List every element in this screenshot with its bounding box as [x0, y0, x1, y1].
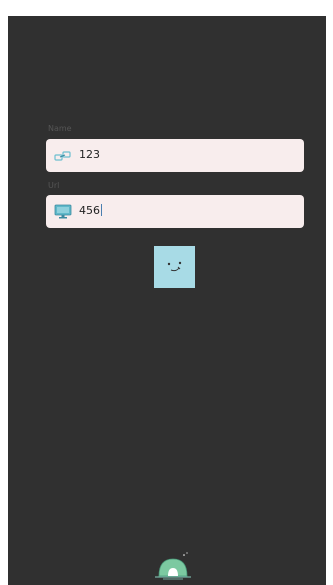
monitor-icon: [54, 204, 72, 219]
name-field-label: Name: [48, 124, 72, 133]
name-input-value: 123: [79, 148, 100, 161]
url-input[interactable]: 456: [46, 195, 304, 228]
igloo-logo-icon: [155, 552, 191, 580]
status-bar: [0, 0, 333, 16]
link-chain-icon: [54, 151, 71, 161]
smiley-face-icon: [167, 261, 182, 272]
url-input-value: 456: [79, 204, 102, 218]
name-input[interactable]: 123: [46, 139, 304, 172]
url-input-text: 456: [79, 204, 100, 217]
text-caret: [101, 204, 102, 216]
url-field-label: Url: [48, 181, 60, 190]
smiley-face-button[interactable]: [154, 246, 195, 288]
screen: Name 123 Url 456: [0, 0, 333, 585]
app-content: Name 123 Url 456: [8, 16, 326, 585]
